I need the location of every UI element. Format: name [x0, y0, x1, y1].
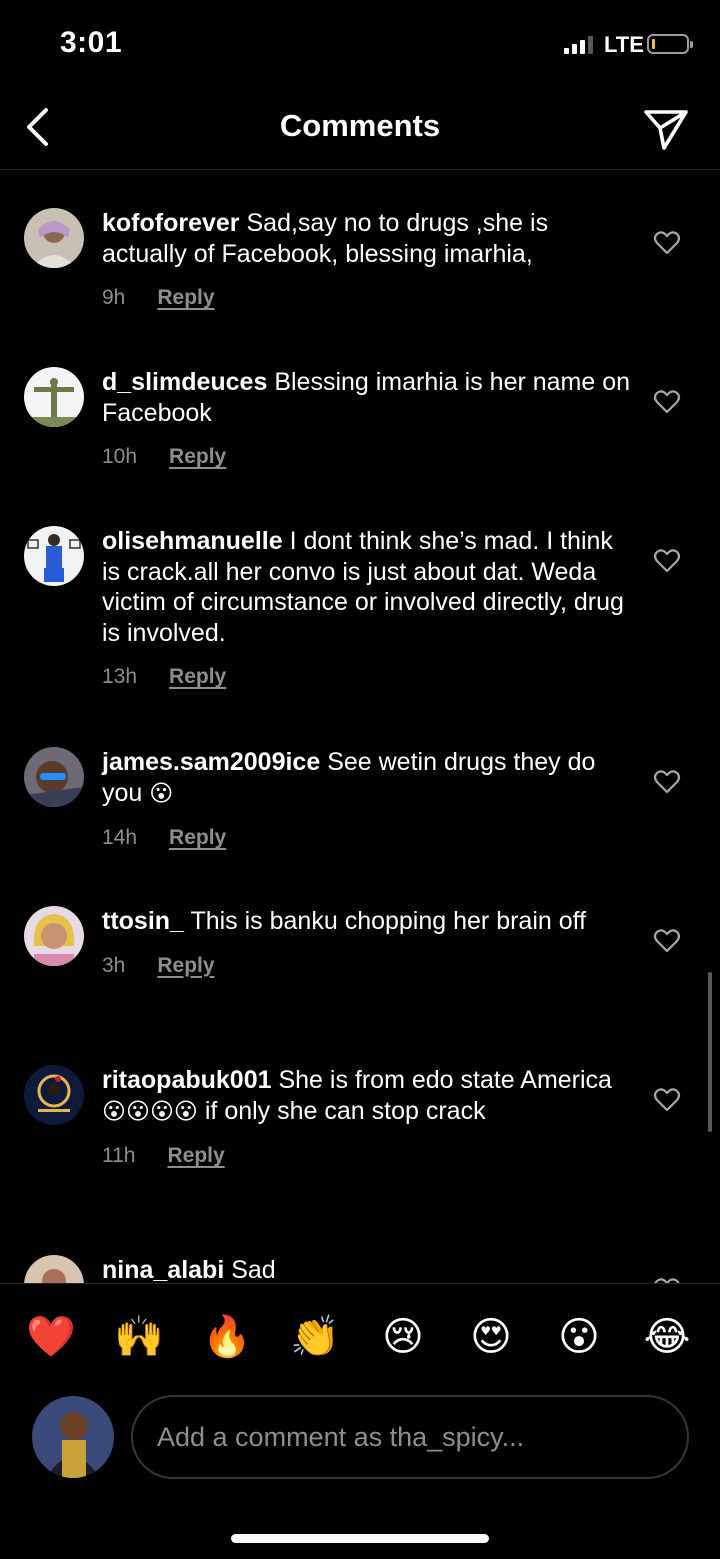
comment-time: 3h — [102, 953, 126, 977]
quick-reaction-bar: ❤️ 🙌 🔥 👏 😢 😍 😮 😂 — [0, 1283, 720, 1389]
page-title: Comments — [279, 108, 441, 143]
comment-emoji: 😮😮😮😮 — [102, 1098, 198, 1125]
avatar[interactable] — [24, 1255, 84, 1283]
comment-text: She is from edo state America — [278, 1066, 612, 1094]
heart-icon[interactable] — [653, 548, 681, 574]
comment-meta: 13h Reply — [102, 662, 632, 693]
comment-username[interactable]: kofoforever — [102, 209, 240, 237]
heart-icon[interactable] — [653, 1087, 681, 1113]
comment-username[interactable]: james.sam2009ice — [102, 748, 320, 776]
comments-screen: 3:01 LTE Comments kofoforever Sad,say no… — [0, 0, 720, 1559]
battery-icon — [647, 34, 693, 54]
crying-reaction[interactable]: 😢 — [376, 1310, 430, 1364]
avatar[interactable] — [24, 906, 84, 966]
reply-button[interactable]: Reply — [169, 823, 226, 854]
avatar[interactable] — [24, 367, 84, 427]
heart-icon[interactable] — [653, 928, 681, 954]
comment-time: 10h — [102, 445, 138, 468]
comment-text: This is banku chopping her brain off — [190, 907, 587, 935]
clapping-reaction[interactable]: 👏 — [288, 1310, 342, 1364]
raising-hands-reaction[interactable]: 🙌 — [112, 1310, 166, 1364]
fire-reaction[interactable]: 🔥 — [200, 1310, 254, 1364]
comment-text: Sad — [231, 1256, 276, 1283]
comment-list[interactable]: kofoforever Sad,say no to drugs ,she is … — [0, 171, 720, 1283]
comment-username[interactable]: ttosin_ — [102, 907, 184, 935]
comment-time: 13h — [102, 665, 138, 688]
heart-icon[interactable] — [653, 389, 681, 415]
comment-username[interactable]: nina_alabi — [102, 1256, 224, 1283]
avatar[interactable] — [24, 747, 84, 807]
avatar[interactable] — [24, 1065, 84, 1125]
current-user-avatar — [32, 1396, 114, 1478]
comment-body: kofoforever Sad,say no to drugs ,she is … — [102, 208, 632, 314]
comment-meta: 9h Reply — [102, 283, 632, 314]
heart-icon[interactable] — [653, 769, 681, 795]
comment-meta: 11h Reply — [102, 1141, 632, 1172]
laughing-reaction[interactable]: 😂 — [640, 1310, 694, 1364]
comment-time: 14h — [102, 826, 138, 849]
reply-button[interactable]: Reply — [169, 662, 226, 693]
scrollbar[interactable] — [708, 972, 712, 1132]
heart-reaction[interactable]: ❤️ — [24, 1310, 78, 1364]
home-indicator[interactable] — [231, 1534, 489, 1543]
comment-body: nina_alabi Sad — [102, 1255, 632, 1283]
comment-username[interactable]: ritaopabuk001 — [102, 1066, 272, 1094]
signal-strength-icon — [564, 36, 593, 54]
comment-body: olisehmanuelle I dont think she’s mad. I… — [102, 526, 632, 693]
comment-body: ritaopabuk001 She is from edo state Amer… — [102, 1065, 632, 1172]
comment-input[interactable] — [131, 1395, 689, 1479]
header: Comments — [0, 90, 720, 170]
reply-button[interactable]: Reply — [167, 1141, 224, 1172]
comment-username[interactable]: d_slimdeuces — [102, 368, 267, 396]
status-time: 3:01 — [60, 26, 123, 59]
comment-body: ttosin_ This is banku chopping her brain… — [102, 906, 632, 981]
comment-emoji: 😮 — [149, 780, 174, 807]
surprised-reaction[interactable]: 😮 — [552, 1310, 606, 1364]
comment-text-continued: if only she can stop crack — [204, 1096, 486, 1125]
comment-time: 9h — [102, 286, 126, 309]
reply-button[interactable]: Reply — [157, 283, 214, 314]
comment-time: 11h — [102, 1144, 136, 1167]
comment-meta: 3h Reply — [102, 951, 632, 982]
comment-body: james.sam2009ice See wetin drugs they do… — [102, 747, 632, 854]
comment-body: d_slimdeuces Blessing imarhia is her nam… — [102, 367, 632, 473]
comment-meta: 14h Reply — [102, 823, 632, 854]
network-type: LTE — [604, 32, 644, 57]
avatar[interactable] — [24, 526, 84, 586]
avatar[interactable] — [24, 208, 84, 268]
reply-button[interactable]: Reply — [169, 442, 226, 473]
heart-icon[interactable] — [653, 230, 681, 256]
comment-meta: 10h Reply — [102, 442, 632, 473]
status-bar: 3:01 LTE — [0, 0, 720, 90]
reply-button[interactable]: Reply — [157, 951, 214, 982]
comment-username[interactable]: olisehmanuelle — [102, 527, 283, 555]
heart-eyes-reaction[interactable]: 😍 — [464, 1310, 518, 1364]
paper-plane-icon — [644, 110, 688, 150]
share-button[interactable] — [640, 104, 692, 154]
